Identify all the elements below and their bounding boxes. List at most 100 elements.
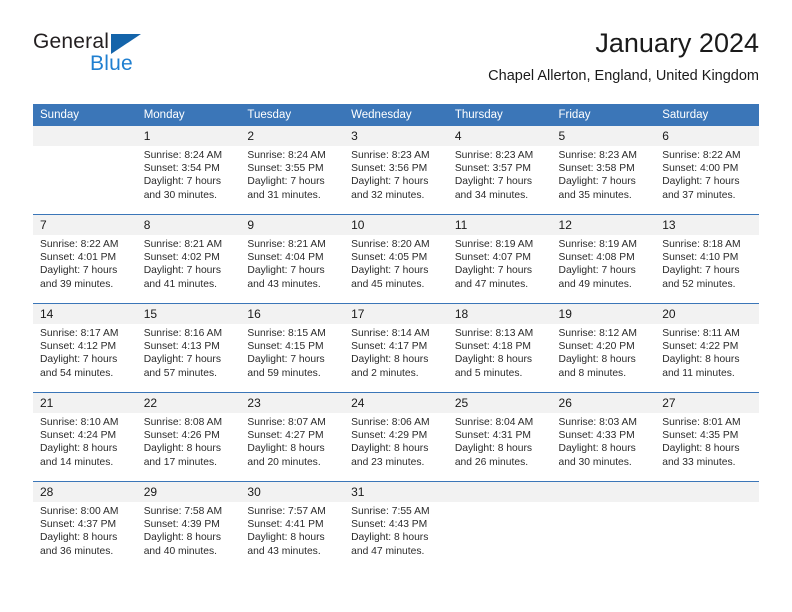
daylight-text-line1: Daylight: 7 hours bbox=[558, 176, 636, 188]
day-number: 15 bbox=[136, 304, 241, 324]
page-header: General Blue January 2024 Chapel Allerto… bbox=[33, 26, 759, 98]
sunset-text: Sunset: 4:33 PM bbox=[558, 430, 635, 442]
sunrise-text: Sunrise: 8:21 AM bbox=[247, 239, 326, 250]
daylight-text-line1: Daylight: 7 hours bbox=[143, 354, 221, 366]
calendar-day-cell[interactable]: 29 Sunrise: 7:58 AM Sunset: 4:39 PM Dayligh… bbox=[136, 481, 241, 570]
sunrise-text: Sunrise: 8:00 AM bbox=[40, 506, 119, 517]
sunrise-text: Sunrise: 8:13 AM bbox=[454, 328, 534, 339]
sunrise-text: Sunrise: 8:16 AM bbox=[143, 328, 223, 339]
weekday-header-wednesday: Wednesday bbox=[344, 104, 448, 126]
calendar-day-cell[interactable]: 22 Sunrise: 8:08 AM Sunset: 4:26 PM Dayligh… bbox=[136, 392, 241, 482]
sunset-text: Sunset: 4:05 PM bbox=[351, 252, 428, 264]
daylight-text-line1: Daylight: 7 hours bbox=[143, 265, 221, 277]
daylight-text-line2: and 39 minutes. bbox=[40, 278, 114, 290]
calendar-day-cell[interactable]: 9 Sunrise: 8:21 AM Sunset: 4:04 PM Daylight… bbox=[240, 214, 345, 304]
daylight-text-line1: Daylight: 7 hours bbox=[247, 354, 325, 366]
calendar-day-cell[interactable]: 26 Sunrise: 8:03 AM Sunset: 4:33 PM Dayligh… bbox=[551, 392, 656, 482]
daylight-text-line2: and 14 minutes. bbox=[40, 456, 114, 468]
calendar-day-cell[interactable]: 4 Sunrise: 8:23 AM Sunset: 3:57 PM Daylight… bbox=[447, 126, 552, 215]
sunrise-text: Sunrise: 7:55 AM bbox=[351, 506, 430, 517]
day-info: Sunrise: 8:06 AM Sunset: 4:29 PM Daylight:… bbox=[344, 413, 448, 469]
calendar-week-row: 21 Sunrise: 8:10 AM Sunset: 4:24 PM Dayligh… bbox=[33, 392, 759, 482]
sunrise-text: Sunrise: 8:14 AM bbox=[351, 328, 430, 339]
calendar-day-cell[interactable]: 3 Sunrise: 8:23 AM Sunset: 3:56 PM Daylight… bbox=[344, 126, 448, 215]
sunset-text: Sunset: 4:07 PM bbox=[454, 252, 531, 264]
daylight-text-line1: Daylight: 7 hours bbox=[143, 176, 221, 188]
calendar-page: General Blue January 2024 Chapel Allerto… bbox=[0, 0, 792, 612]
daylight-text-line1: Daylight: 7 hours bbox=[558, 265, 636, 277]
sunset-text: Sunset: 4:37 PM bbox=[40, 519, 117, 531]
calendar-day-cell[interactable]: 17 Sunrise: 8:14 AM Sunset: 4:17 PM Dayligh… bbox=[344, 303, 448, 393]
calendar-day-cell[interactable]: 28 Sunrise: 8:00 AM Sunset: 4:37 PM Dayligh… bbox=[33, 481, 137, 570]
day-number: 22 bbox=[136, 393, 241, 413]
day-info: Sunrise: 8:04 AM Sunset: 4:31 PM Daylight:… bbox=[448, 413, 552, 469]
calendar-day-cell[interactable]: 11 Sunrise: 8:19 AM Sunset: 4:07 PM Dayligh… bbox=[447, 214, 552, 304]
calendar-day-cell[interactable]: 19 Sunrise: 8:12 AM Sunset: 4:20 PM Dayligh… bbox=[551, 303, 656, 393]
calendar-day-cell[interactable]: 27 Sunrise: 8:01 AM Sunset: 4:35 PM Dayligh… bbox=[655, 392, 759, 482]
sunset-text: Sunset: 3:54 PM bbox=[143, 163, 220, 175]
calendar-day-cell[interactable]: 15 Sunrise: 8:16 AM Sunset: 4:13 PM Dayligh… bbox=[136, 303, 241, 393]
daylight-text-line1: Daylight: 8 hours bbox=[247, 532, 325, 544]
sunrise-text: Sunrise: 8:06 AM bbox=[351, 417, 430, 428]
day-info: Sunrise: 8:22 AM Sunset: 4:01 PM Daylight:… bbox=[33, 235, 137, 291]
daylight-text-line1: Daylight: 8 hours bbox=[247, 443, 325, 455]
calendar-day-cell[interactable]: 14 Sunrise: 8:17 AM Sunset: 4:12 PM Dayligh… bbox=[33, 303, 137, 393]
calendar-day-cell[interactable]: 2 Sunrise: 8:24 AM Sunset: 3:55 PM Daylight… bbox=[240, 126, 345, 215]
day-info: Sunrise: 8:10 AM Sunset: 4:24 PM Daylight:… bbox=[33, 413, 137, 469]
calendar-day-cell[interactable]: 18 Sunrise: 8:13 AM Sunset: 4:18 PM Dayligh… bbox=[447, 303, 552, 393]
daylight-text-line1: Daylight: 8 hours bbox=[454, 354, 533, 366]
day-number: 30 bbox=[240, 482, 345, 502]
calendar-day-cell[interactable]: 5 Sunrise: 8:23 AM Sunset: 3:58 PM Daylight… bbox=[551, 126, 656, 215]
daylight-text-line2: and 17 minutes. bbox=[143, 456, 217, 468]
day-info: Sunrise: 8:16 AM Sunset: 4:13 PM Daylight:… bbox=[137, 324, 241, 380]
day-info: Sunrise: 8:00 AM Sunset: 4:37 PM Daylight:… bbox=[33, 502, 137, 558]
calendar-week-row: 7 Sunrise: 8:22 AM Sunset: 4:01 PM Daylight… bbox=[33, 214, 759, 304]
calendar-day-cell[interactable]: 24 Sunrise: 8:06 AM Sunset: 4:29 PM Dayligh… bbox=[344, 392, 448, 482]
sunrise-text: Sunrise: 8:18 AM bbox=[662, 239, 741, 250]
day-number: 18 bbox=[447, 304, 552, 324]
calendar-day-cell[interactable]: 20 Sunrise: 8:11 AM Sunset: 4:22 PM Dayligh… bbox=[655, 303, 759, 393]
weekday-header-monday: Monday bbox=[136, 104, 241, 126]
day-info: Sunrise: 8:23 AM Sunset: 3:57 PM Daylight:… bbox=[448, 146, 552, 202]
sunrise-text: Sunrise: 8:04 AM bbox=[454, 417, 534, 428]
sunrise-text: Sunrise: 8:20 AM bbox=[351, 239, 430, 250]
daylight-text-line2: and 5 minutes. bbox=[454, 367, 523, 379]
day-info: Sunrise: 7:57 AM Sunset: 4:41 PM Daylight:… bbox=[240, 502, 344, 558]
day-info: Sunrise: 8:13 AM Sunset: 4:18 PM Daylight:… bbox=[448, 324, 552, 380]
triangle-icon bbox=[111, 34, 141, 54]
sunset-text: Sunset: 4:18 PM bbox=[454, 341, 531, 353]
day-number: 24 bbox=[344, 393, 448, 413]
daylight-text-line2: and 40 minutes. bbox=[143, 545, 217, 557]
daylight-text-line1: Daylight: 7 hours bbox=[247, 176, 325, 188]
calendar-day-cell[interactable]: 23 Sunrise: 8:07 AM Sunset: 4:27 PM Dayligh… bbox=[240, 392, 345, 482]
logo-text-blue: Blue bbox=[90, 52, 133, 75]
daylight-text-line1: Daylight: 8 hours bbox=[662, 443, 740, 455]
day-number: 29 bbox=[136, 482, 241, 502]
calendar-day-cell[interactable]: 10 Sunrise: 8:20 AM Sunset: 4:05 PM Dayligh… bbox=[344, 214, 448, 304]
day-info: Sunrise: 8:21 AM Sunset: 4:02 PM Daylight:… bbox=[137, 235, 241, 291]
daylight-text-line2: and 8 minutes. bbox=[558, 367, 627, 379]
day-info: Sunrise: 8:23 AM Sunset: 3:58 PM Daylight:… bbox=[552, 146, 656, 202]
calendar-day-cell[interactable]: 30 Sunrise: 7:57 AM Sunset: 4:41 PM Dayligh… bbox=[240, 481, 345, 570]
calendar-day-cell[interactable]: 13 Sunrise: 8:18 AM Sunset: 4:10 PM Dayligh… bbox=[655, 214, 759, 304]
calendar-day-cell[interactable]: 16 Sunrise: 8:15 AM Sunset: 4:15 PM Dayligh… bbox=[240, 303, 345, 393]
sunset-text: Sunset: 4:04 PM bbox=[247, 252, 324, 264]
calendar-day-cell[interactable]: 31 Sunrise: 7:55 AM Sunset: 4:43 PM Dayligh… bbox=[344, 481, 448, 570]
calendar-day-cell[interactable]: 6 Sunrise: 8:22 AM Sunset: 4:00 PM Daylight… bbox=[655, 126, 759, 215]
calendar-day-cell[interactable]: 21 Sunrise: 8:10 AM Sunset: 4:24 PM Dayligh… bbox=[33, 392, 137, 482]
daylight-text-line1: Daylight: 7 hours bbox=[40, 265, 118, 277]
sunset-text: Sunset: 3:57 PM bbox=[454, 163, 531, 175]
weekday-header-sunday: Sunday bbox=[33, 104, 137, 126]
calendar-day-cell[interactable]: 8 Sunrise: 8:21 AM Sunset: 4:02 PM Daylight… bbox=[136, 214, 241, 304]
calendar-day-cell-empty bbox=[33, 126, 137, 215]
day-number: 19 bbox=[551, 304, 656, 324]
calendar-day-cell[interactable]: 1 Sunrise: 8:24 AM Sunset: 3:54 PM Daylight… bbox=[136, 126, 241, 215]
calendar-day-cell[interactable]: 12 Sunrise: 8:19 AM Sunset: 4:08 PM Dayligh… bbox=[551, 214, 656, 304]
daylight-text-line2: and 33 minutes. bbox=[662, 456, 736, 468]
day-info: Sunrise: 8:15 AM Sunset: 4:15 PM Daylight:… bbox=[240, 324, 344, 380]
calendar-day-cell[interactable]: 7 Sunrise: 8:22 AM Sunset: 4:01 PM Daylight… bbox=[33, 214, 137, 304]
daylight-text-line2: and 54 minutes. bbox=[40, 367, 114, 379]
day-info: Sunrise: 8:12 AM Sunset: 4:20 PM Daylight:… bbox=[552, 324, 656, 380]
daylight-text-line1: Daylight: 8 hours bbox=[351, 443, 429, 455]
calendar-day-cell[interactable]: 25 Sunrise: 8:04 AM Sunset: 4:31 PM Dayligh… bbox=[447, 392, 552, 482]
